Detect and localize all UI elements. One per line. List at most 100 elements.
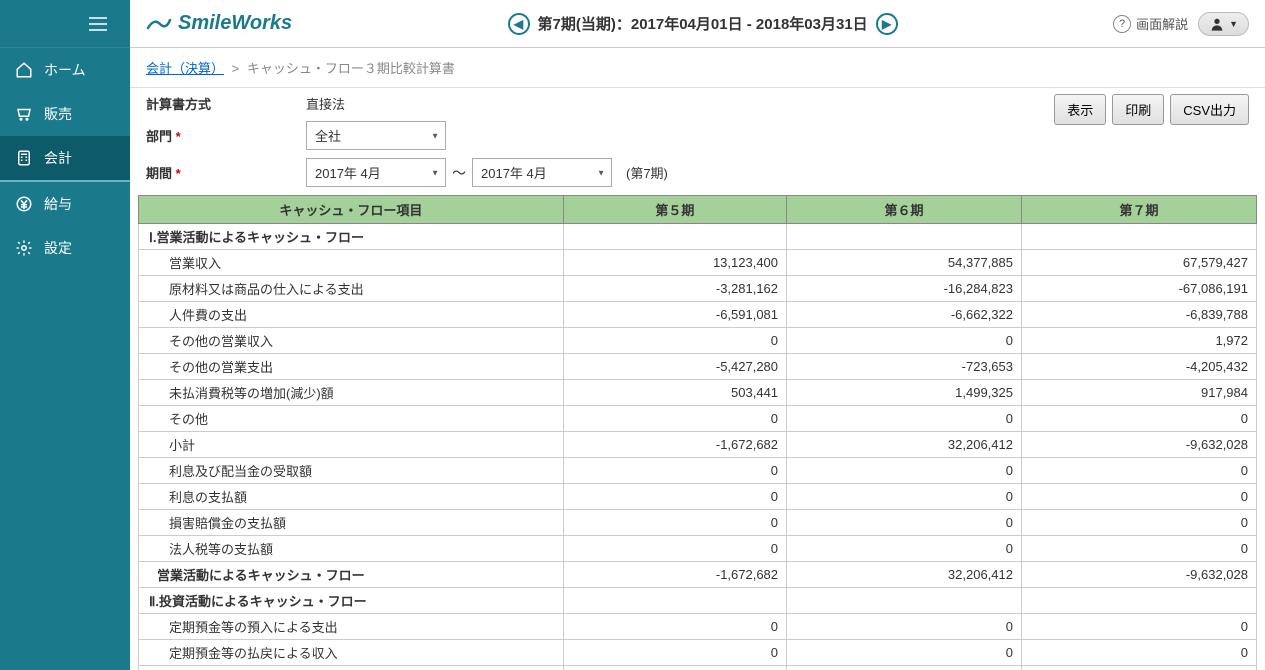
table-row: その他の営業収入001,972 xyxy=(139,328,1257,354)
row-label: 未払消費税等の増加(減少)額 xyxy=(139,380,564,406)
row-value xyxy=(563,224,786,250)
row-value: -67,086,191 xyxy=(1022,276,1257,302)
user-menu-button[interactable]: ▼ xyxy=(1198,12,1249,36)
row-label: 定期預金等の払戻による収入 xyxy=(139,640,564,666)
row-label: 営業収入 xyxy=(139,250,564,276)
show-button[interactable]: 表示 xyxy=(1054,94,1106,125)
sidebar-item-home[interactable]: ホーム xyxy=(0,48,130,92)
row-label: 人件費の支出 xyxy=(139,302,564,328)
table-row: 有価証券の取得による支出000 xyxy=(139,666,1257,670)
table-row: 人件費の支出-6,591,081-6,662,322-6,839,788 xyxy=(139,302,1257,328)
row-value: 0 xyxy=(787,458,1022,484)
row-value xyxy=(1022,224,1257,250)
dept-select[interactable]: 全社 xyxy=(306,121,446,150)
row-value: 0 xyxy=(787,536,1022,562)
home-icon xyxy=(14,60,34,80)
row-value: 503,441 xyxy=(563,380,786,406)
th-item: キャッシュ・フロー項目 xyxy=(139,196,564,224)
row-value: 0 xyxy=(1022,614,1257,640)
row-value: -1,672,682 xyxy=(563,562,786,588)
filters: 計算書方式 直接法 部門 * 全社 期間 * 2017年 4月 ～ 2017年 … xyxy=(130,88,1265,191)
sidebar-item-label: 設定 xyxy=(44,238,72,258)
sidebar-item-label: 販売 xyxy=(44,104,72,124)
period-text: 第7期(当期)：2017年04月01日 - 2018年03月31日 xyxy=(538,13,868,34)
row-value: 32,206,412 xyxy=(787,432,1022,458)
question-icon: ? xyxy=(1113,15,1131,33)
row-value: -16,284,823 xyxy=(787,276,1022,302)
row-value: 1,499,325 xyxy=(787,380,1022,406)
table-row: 未払消費税等の増加(減少)額503,4411,499,325917,984 xyxy=(139,380,1257,406)
help-label: 画面解説 xyxy=(1136,14,1188,33)
table-wrap[interactable]: キャッシュ・フロー項目 第５期 第６期 第７期 Ⅰ.営業活動によるキャッシュ・フ… xyxy=(138,195,1257,670)
sidebar-item-accounting[interactable]: 会計 xyxy=(0,136,130,182)
topbar: SmileWorks ◀ 第7期(当期)：2017年04月01日 - 2018年… xyxy=(130,0,1265,48)
gear-icon xyxy=(14,238,34,258)
row-label: その他の営業収入 xyxy=(139,328,564,354)
sidebar-item-settings[interactable]: 設定 xyxy=(0,226,130,270)
row-value: -6,662,322 xyxy=(787,302,1022,328)
table-row: Ⅱ.投資活動によるキャッシュ・フロー xyxy=(139,588,1257,614)
row-label: 利息の支払額 xyxy=(139,484,564,510)
row-value: 0 xyxy=(563,406,786,432)
csv-export-button[interactable]: CSV出力 xyxy=(1170,94,1249,125)
row-label: Ⅰ.営業活動によるキャッシュ・フロー xyxy=(139,224,564,250)
row-value: 0 xyxy=(563,536,786,562)
sidebar-item-label: 給与 xyxy=(44,194,72,214)
row-value: 0 xyxy=(787,640,1022,666)
table-row: 原材料又は商品の仕入による支出-3,281,162-16,284,823-67,… xyxy=(139,276,1257,302)
yen-icon xyxy=(14,194,34,214)
row-value: 0 xyxy=(1022,406,1257,432)
row-label: 法人税等の支払額 xyxy=(139,536,564,562)
row-value: 0 xyxy=(563,666,786,670)
print-button[interactable]: 印刷 xyxy=(1112,94,1164,125)
row-value: 0 xyxy=(787,406,1022,432)
method-label: 計算書方式 xyxy=(146,94,306,113)
row-value: 1,972 xyxy=(1022,328,1257,354)
table-row: その他000 xyxy=(139,406,1257,432)
row-label: 営業活動によるキャッシュ・フロー xyxy=(139,562,564,588)
period-from-select[interactable]: 2017年 4月 xyxy=(306,158,446,187)
row-label: 原材料又は商品の仕入による支出 xyxy=(139,276,564,302)
help-button[interactable]: ? 画面解説 xyxy=(1113,14,1188,33)
row-value: -5,427,280 xyxy=(563,354,786,380)
row-label: 小計 xyxy=(139,432,564,458)
row-value: 0 xyxy=(787,614,1022,640)
user-icon xyxy=(1209,16,1225,32)
row-value: 0 xyxy=(1022,640,1257,666)
chevron-down-icon: ▼ xyxy=(1229,19,1238,29)
breadcrumb: 会計（決算） > キャッシュ・フロー３期比較計算書 xyxy=(130,48,1265,88)
row-value: -9,632,028 xyxy=(1022,562,1257,588)
hamburger-button[interactable] xyxy=(0,0,130,48)
row-value: 0 xyxy=(1022,536,1257,562)
row-value: 0 xyxy=(787,510,1022,536)
sidebar-item-sales[interactable]: 販売 xyxy=(0,92,130,136)
row-value: 0 xyxy=(787,666,1022,670)
logo: SmileWorks xyxy=(146,12,292,35)
sidebar-item-payroll[interactable]: 給与 xyxy=(0,182,130,226)
table-row: 定期預金等の払戻による収入000 xyxy=(139,640,1257,666)
sidebar: ホーム 販売 会計 給与 設定 xyxy=(0,0,130,670)
row-value: 67,579,427 xyxy=(1022,250,1257,276)
main: SmileWorks ◀ 第7期(当期)：2017年04月01日 - 2018年… xyxy=(130,0,1265,670)
row-value: 0 xyxy=(563,458,786,484)
sidebar-item-label: 会計 xyxy=(44,148,72,168)
breadcrumb-link[interactable]: 会計（決算） xyxy=(146,61,224,76)
row-value: 0 xyxy=(563,328,786,354)
row-label: 利息及び配当金の受取額 xyxy=(139,458,564,484)
row-value: 0 xyxy=(563,614,786,640)
breadcrumb-current: キャッシュ・フロー３期比較計算書 xyxy=(247,61,455,76)
cashflow-table: キャッシュ・フロー項目 第５期 第６期 第７期 Ⅰ.営業活動によるキャッシュ・フ… xyxy=(138,195,1257,670)
row-value: 0 xyxy=(1022,458,1257,484)
period-next-button[interactable]: ▶ xyxy=(876,13,898,35)
calculator-icon xyxy=(14,148,34,168)
row-value: 0 xyxy=(787,328,1022,354)
period-prev-button[interactable]: ◀ xyxy=(508,13,530,35)
row-value: -6,839,788 xyxy=(1022,302,1257,328)
period-to-select[interactable]: 2017年 4月 xyxy=(472,158,612,187)
table-row: 利息及び配当金の受取額000 xyxy=(139,458,1257,484)
row-value: 0 xyxy=(563,640,786,666)
logo-icon xyxy=(146,14,172,34)
period-note: (第7期) xyxy=(626,163,668,182)
table-row: 損害賠償金の支払額000 xyxy=(139,510,1257,536)
row-label: 損害賠償金の支払額 xyxy=(139,510,564,536)
